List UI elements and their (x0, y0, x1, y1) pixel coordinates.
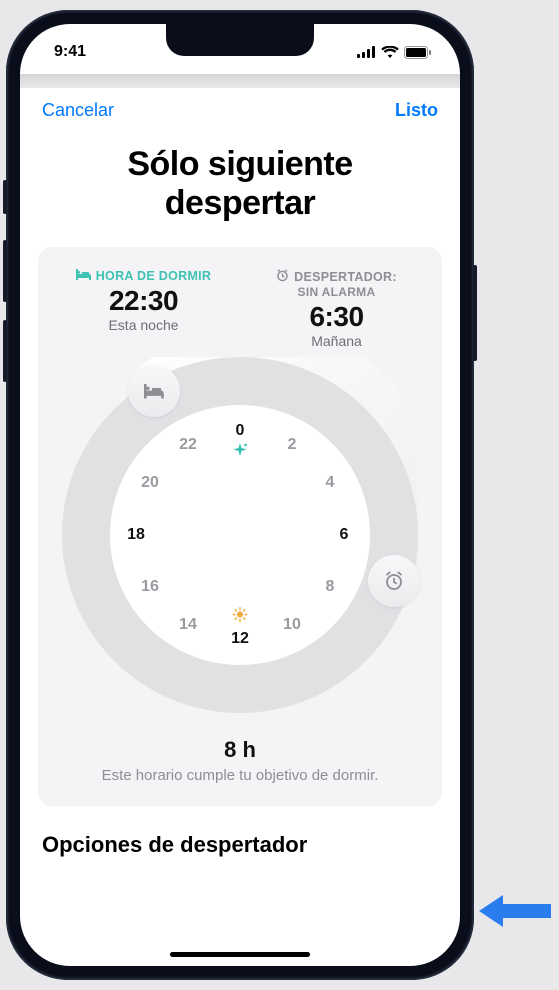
wake-column: DESPERTADOR: SIN ALARMA 6:30 Mañana (245, 269, 428, 349)
hour-4: 4 (326, 474, 335, 492)
status-time: 9:41 (54, 43, 86, 61)
goal-text: Este horario cumple tu objetivo de dormi… (52, 767, 428, 784)
wake-value: 6:30 (245, 301, 428, 333)
sleep-dial[interactable]: 0 2 4 6 8 10 12 14 16 18 20 22 (62, 357, 418, 713)
screen: 9:41 Cancelar Listo Sólo siguiente despe… (20, 24, 460, 966)
power-button (473, 265, 477, 361)
phone-frame: 9:41 Cancelar Listo Sólo siguiente despe… (6, 10, 474, 980)
home-indicator[interactable] (170, 952, 310, 957)
nav-bar: Cancelar Listo (20, 88, 460, 127)
wifi-icon (381, 46, 399, 58)
volume-up-button (3, 240, 7, 302)
sleep-schedule-card: HORA DE DORMIR 22:30 Esta noche DESPERTA… (38, 247, 442, 806)
wake-label-text-1: DESPERTADOR: (294, 270, 397, 284)
wake-sub: Mañana (245, 333, 428, 349)
bedtime-column: HORA DE DORMIR 22:30 Esta noche (52, 269, 235, 349)
hour-18: 18 (127, 526, 145, 544)
alarm-handle[interactable] (368, 555, 420, 607)
title-line-1: Sólo siguiente (127, 145, 352, 183)
hour-10: 10 (283, 616, 301, 634)
sun-icon (233, 607, 248, 627)
hour-22: 22 (179, 436, 197, 454)
cancel-button[interactable]: Cancelar (42, 100, 114, 121)
times-row: HORA DE DORMIR 22:30 Esta noche DESPERTA… (52, 269, 428, 349)
notch (166, 24, 314, 56)
bedtime-sub: Esta noche (52, 317, 235, 333)
bed-icon (76, 269, 91, 283)
hour-2: 2 (288, 436, 297, 454)
alarm-icon (276, 269, 289, 285)
callout-arrow (479, 891, 551, 936)
bedtime-label-text: HORA DE DORMIR (96, 269, 212, 283)
sparkle-icon (233, 443, 248, 463)
status-right (357, 46, 432, 59)
done-button[interactable]: Listo (395, 100, 438, 121)
mute-switch (3, 180, 7, 214)
bedtime-value: 22:30 (52, 285, 235, 317)
sleep-duration: 8 h (52, 737, 428, 763)
page-title: Sólo siguiente despertar (20, 127, 460, 247)
dial-face: 0 2 4 6 8 10 12 14 16 18 20 22 (110, 405, 370, 665)
hour-20: 20 (141, 474, 159, 492)
hour-6: 6 (340, 526, 349, 544)
cellular-icon (357, 46, 376, 58)
hour-8: 8 (326, 578, 335, 596)
hour-14: 14 (179, 616, 197, 634)
hour-12: 12 (231, 630, 249, 648)
title-line-2: despertar (165, 184, 315, 222)
wake-label-2: SIN ALARMA (245, 285, 428, 299)
hour-0: 0 (236, 422, 245, 440)
hour-16: 16 (141, 578, 159, 596)
wake-label: DESPERTADOR: (245, 269, 428, 285)
bedtime-handle[interactable] (128, 365, 180, 417)
battery-icon (404, 46, 432, 59)
bedtime-label: HORA DE DORMIR (52, 269, 235, 283)
sheet-backdrop (20, 74, 460, 88)
volume-down-button (3, 320, 7, 382)
alarm-options-header: Opciones de despertador (20, 806, 460, 868)
